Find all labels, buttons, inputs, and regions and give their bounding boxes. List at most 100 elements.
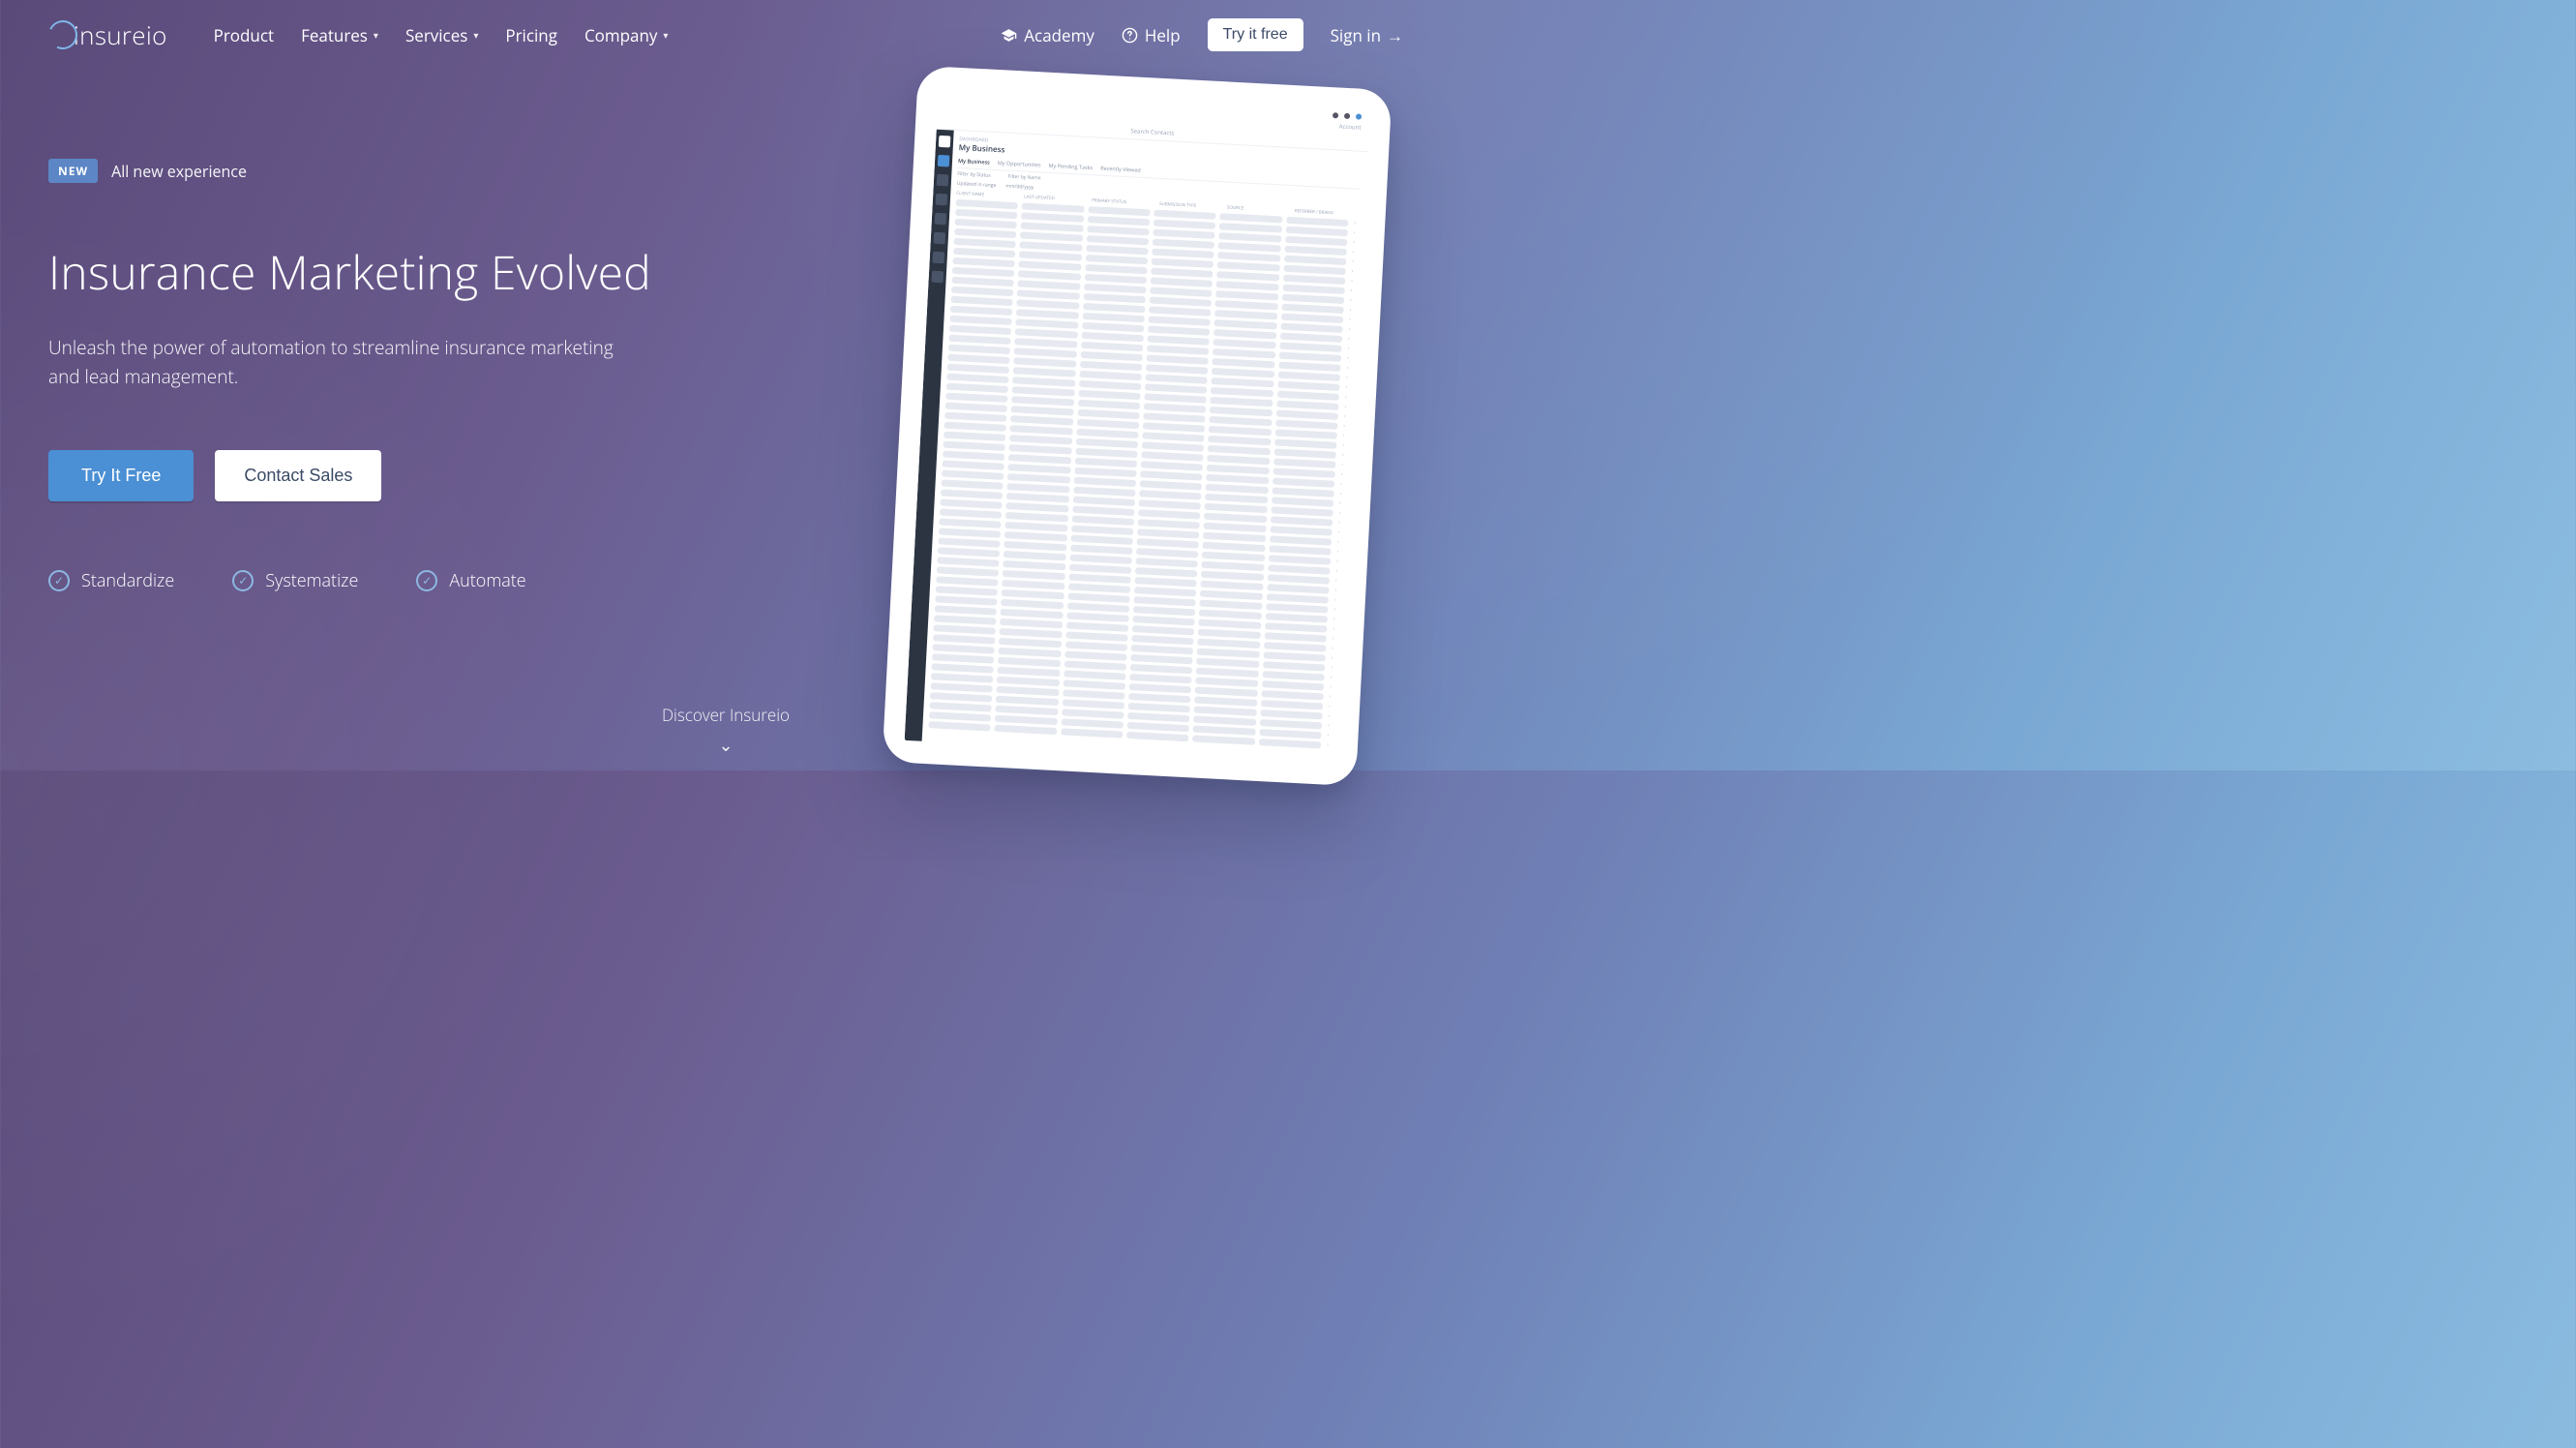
- table-cell-placeholder: [1133, 606, 1196, 616]
- table-cell-placeholder: [1281, 314, 1344, 323]
- table-cell-placeholder: [1199, 610, 1262, 619]
- table-cell-placeholder: [1081, 332, 1144, 342]
- row-expand-icon: ›: [1339, 452, 1345, 459]
- row-expand-icon: ›: [1325, 742, 1331, 749]
- sidebar-item-icon: [935, 213, 947, 226]
- table-cell-placeholder: [944, 422, 1007, 432]
- table-cell-placeholder: [1139, 490, 1202, 499]
- row-expand-icon: ›: [1326, 723, 1332, 730]
- row-expand-icon: ›: [1329, 665, 1334, 672]
- table-cell-placeholder: [1217, 252, 1280, 261]
- try-free-button[interactable]: Try It Free: [48, 450, 194, 501]
- table-cell-placeholder: [1020, 241, 1083, 251]
- table-cell-placeholder: [1064, 660, 1127, 670]
- table-cell-placeholder: [1011, 396, 1074, 406]
- table-cell-placeholder: [1274, 429, 1337, 438]
- table-cell-placeholder: [1006, 502, 1069, 512]
- row-expand-icon: ›: [1349, 268, 1355, 275]
- table-cell-placeholder: [996, 706, 1059, 715]
- brand-logo[interactable]: insureio: [48, 17, 167, 52]
- table-cell-placeholder: [1147, 345, 1210, 354]
- table-cell-placeholder: [1261, 700, 1324, 709]
- table-cell-placeholder: [1198, 629, 1261, 639]
- table-cell-placeholder: [1211, 397, 1273, 407]
- table-cell-placeholder: [1088, 206, 1151, 216]
- table-cell-placeholder: [1074, 458, 1137, 468]
- table-cell-placeholder: [1127, 712, 1190, 722]
- table-cell-placeholder: [1085, 255, 1148, 264]
- table-cell-placeholder: [1151, 278, 1213, 287]
- table-cell-placeholder: [1083, 293, 1146, 303]
- table-cell-placeholder: [1148, 335, 1211, 345]
- table-cell-placeholder: [997, 677, 1060, 686]
- table-cell-placeholder: [1198, 639, 1261, 649]
- table-cell-placeholder: [1002, 580, 1064, 589]
- table-cell-placeholder: [1142, 441, 1205, 451]
- row-expand-icon: ›: [1346, 326, 1352, 333]
- table-cell-placeholder: [998, 667, 1061, 677]
- table-cell-placeholder: [1067, 602, 1130, 612]
- row-expand-icon: ›: [1350, 249, 1356, 256]
- table-cell-placeholder: [932, 653, 995, 663]
- table-cell-placeholder: [1128, 703, 1191, 712]
- nav-help[interactable]: Help: [1122, 24, 1181, 46]
- table-cell-placeholder: [1062, 699, 1124, 709]
- table-cell-placeholder: [1206, 484, 1269, 494]
- nav-pricing[interactable]: Pricing: [505, 24, 557, 46]
- table-cell-placeholder: [1260, 709, 1323, 719]
- table-cell-placeholder: [1215, 300, 1278, 310]
- table-cell-placeholder: [1021, 222, 1084, 231]
- nav-features[interactable]: Features ▾: [301, 24, 378, 46]
- table-cell-placeholder: [1084, 284, 1147, 293]
- table-cell-placeholder: [1136, 548, 1199, 558]
- nav-product[interactable]: Product: [214, 24, 274, 46]
- nav-academy[interactable]: Academy: [1001, 24, 1094, 46]
- table-cell-placeholder: [945, 393, 1008, 403]
- table-cell-placeholder: [1192, 735, 1255, 744]
- row-expand-icon: ›: [1333, 588, 1338, 594]
- row-expand-icon: ›: [1342, 404, 1348, 410]
- discover-cta[interactable]: Discover Insureio ⌄: [662, 704, 790, 757]
- table-cell-placeholder: [1002, 589, 1064, 599]
- table-cell-placeholder: [1001, 609, 1063, 618]
- nav-company[interactable]: Company ▾: [584, 24, 669, 46]
- table-cell-placeholder: [1143, 422, 1206, 432]
- table-cell-placeholder: [1013, 357, 1076, 367]
- contact-sales-button[interactable]: Contact Sales: [215, 450, 381, 501]
- table-cell-placeholder: [1278, 362, 1341, 372]
- table-cell-placeholder: [1195, 678, 1258, 687]
- table-cell-placeholder: [1014, 347, 1077, 357]
- table-cell-placeholder: [940, 498, 1003, 508]
- nav-try-free-button[interactable]: Try it free: [1208, 18, 1303, 51]
- table-cell-placeholder: [955, 219, 1018, 228]
- row-expand-icon: ›: [1328, 684, 1333, 691]
- table-cell-placeholder: [1260, 719, 1323, 729]
- table-cell-placeholder: [1003, 560, 1065, 570]
- table-cell-placeholder: [1016, 309, 1079, 318]
- table-cell-placeholder: [1076, 429, 1139, 438]
- table-cell-placeholder: [996, 696, 1059, 706]
- table-cell-placeholder: [1062, 709, 1124, 718]
- table-cell-placeholder: [1264, 642, 1327, 651]
- nav-sign-in[interactable]: Sign in →: [1331, 24, 1403, 46]
- table-cell-placeholder: [1209, 426, 1272, 436]
- table-cell-placeholder: [952, 267, 1015, 277]
- table-cell-placeholder: [1272, 487, 1334, 497]
- table-cell-placeholder: [1009, 435, 1072, 444]
- table-cell-placeholder: [1193, 715, 1256, 725]
- gear-icon: [1344, 113, 1350, 119]
- nav-services[interactable]: Services ▾: [405, 24, 478, 46]
- table-cell-placeholder: [1005, 522, 1068, 531]
- table-cell-placeholder: [950, 306, 1013, 316]
- table-cell-placeholder: [1071, 526, 1134, 535]
- row-expand-icon: ›: [1351, 239, 1357, 246]
- table-cell-placeholder: [1137, 538, 1200, 548]
- table-cell-placeholder: [1022, 202, 1085, 212]
- table-cell-placeholder: [1067, 592, 1130, 602]
- table-cell-placeholder: [935, 595, 998, 605]
- table-cell-placeholder: [1138, 519, 1201, 528]
- table-cell-placeholder: [1141, 461, 1204, 470]
- table-cell-placeholder: [1010, 415, 1073, 425]
- arrow-right-icon: →: [1387, 24, 1403, 46]
- row-expand-icon: ›: [1329, 655, 1334, 662]
